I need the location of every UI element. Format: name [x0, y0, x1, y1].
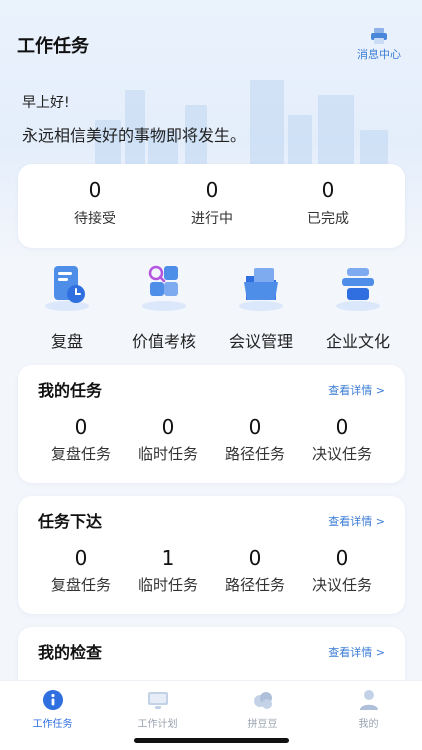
greeting-text: 早上好! — [22, 95, 70, 111]
task-label: 复盘任务 — [50, 576, 111, 594]
task-count: 0 — [74, 546, 88, 570]
task-label: 决议任务 — [311, 576, 372, 594]
status-label: 进行中 — [191, 211, 233, 227]
view-details-link[interactable]: 查看详情 > — [328, 382, 385, 398]
shortcut-label: 会议管理 — [228, 332, 293, 351]
shortcut-label: 价值考核 — [131, 332, 196, 351]
tab-pindoudou[interactable]: 拼豆豆 — [210, 689, 315, 730]
corporate-culture-icon — [331, 262, 385, 312]
status-count: 0 — [321, 178, 335, 202]
monitor-icon — [147, 689, 169, 711]
task-stat-temporary[interactable]: 1 临时任务 — [123, 546, 213, 595]
tab-label: 工作任务 — [32, 719, 73, 730]
status-count: 0 — [88, 178, 102, 202]
printer-icon — [370, 28, 388, 44]
task-count: 0 — [161, 415, 175, 439]
task-count: 0 — [335, 415, 349, 439]
tab-mine[interactable]: 我的 — [316, 689, 421, 730]
review-document-icon — [40, 262, 94, 312]
task-label: 路径任务 — [224, 576, 285, 594]
shortcut-label: 复盘 — [50, 332, 83, 351]
view-details-link[interactable]: 查看详情 > — [328, 644, 385, 660]
user-icon — [358, 689, 380, 711]
task-label: 路径任务 — [224, 445, 285, 463]
message-center-label: 消息中心 — [357, 48, 401, 61]
shortcut-meeting-management[interactable]: 会议管理 — [211, 262, 311, 352]
task-label: 临时任务 — [137, 445, 198, 463]
motto-text: 永远相信美好的事物即将发生。 — [22, 126, 247, 145]
task-label: 临时任务 — [137, 576, 198, 594]
meeting-folder-icon — [234, 262, 288, 312]
cloud-icon — [252, 689, 274, 711]
task-stat-review[interactable]: 0 复盘任务 — [36, 415, 126, 464]
tab-work-plan[interactable]: 工作计划 — [105, 689, 210, 730]
shortcut-label: 企业文化 — [325, 332, 390, 351]
section-title: 我的检查 — [38, 643, 103, 662]
tab-work-tasks[interactable]: 工作任务 — [0, 689, 105, 730]
status-completed[interactable]: 0 已完成 — [268, 178, 388, 228]
assigned-tasks-card: 任务下达 查看详情 > 0 复盘任务 1 临时任务 0 路径任务 0 决议任务 — [18, 496, 405, 614]
value-assessment-icon — [137, 262, 191, 312]
task-stat-temporary[interactable]: 0 临时任务 — [123, 415, 213, 464]
shortcut-review[interactable]: 复盘 — [17, 262, 117, 352]
section-title: 我的任务 — [38, 381, 103, 400]
home-indicator — [134, 738, 289, 743]
task-status-card: 0 待接受 0 进行中 0 已完成 — [18, 164, 405, 248]
info-circle-icon — [42, 689, 64, 711]
tab-label: 拼豆豆 — [247, 719, 278, 730]
section-title: 任务下达 — [38, 512, 103, 531]
task-count: 0 — [74, 415, 88, 439]
task-count: 1 — [161, 546, 175, 570]
tab-label: 我的 — [358, 719, 379, 730]
task-stat-resolution[interactable]: 0 决议任务 — [297, 415, 387, 464]
task-stat-review[interactable]: 0 复盘任务 — [36, 546, 126, 595]
status-in-progress[interactable]: 0 进行中 — [152, 178, 272, 228]
status-label: 待接受 — [74, 211, 116, 227]
status-count: 0 — [205, 178, 219, 202]
shortcut-value-assessment[interactable]: 价值考核 — [114, 262, 214, 352]
task-label: 决议任务 — [311, 445, 372, 463]
view-details-link[interactable]: 查看详情 > — [328, 513, 385, 529]
shortcut-grid: 复盘 价值考核 会议管理 企业文化 — [0, 262, 422, 354]
my-tasks-card: 我的任务 查看详情 > 0 复盘任务 0 临时任务 0 路径任务 0 决议任务 — [18, 365, 405, 483]
task-stat-path[interactable]: 0 路径任务 — [210, 415, 300, 464]
task-label: 复盘任务 — [50, 445, 111, 463]
tab-label: 工作计划 — [137, 719, 178, 730]
shortcut-corporate-culture[interactable]: 企业文化 — [308, 262, 408, 352]
task-stat-path[interactable]: 0 路径任务 — [210, 546, 300, 595]
task-count: 0 — [335, 546, 349, 570]
task-stat-resolution[interactable]: 0 决议任务 — [297, 546, 387, 595]
task-count: 0 — [248, 415, 262, 439]
task-count: 0 — [248, 546, 262, 570]
message-center-button[interactable]: 消息中心 — [354, 28, 404, 62]
status-pending[interactable]: 0 待接受 — [35, 178, 155, 228]
app-header: 工作任务 消息中心 — [0, 28, 422, 64]
status-label: 已完成 — [307, 211, 349, 227]
page-title: 工作任务 — [17, 36, 89, 57]
